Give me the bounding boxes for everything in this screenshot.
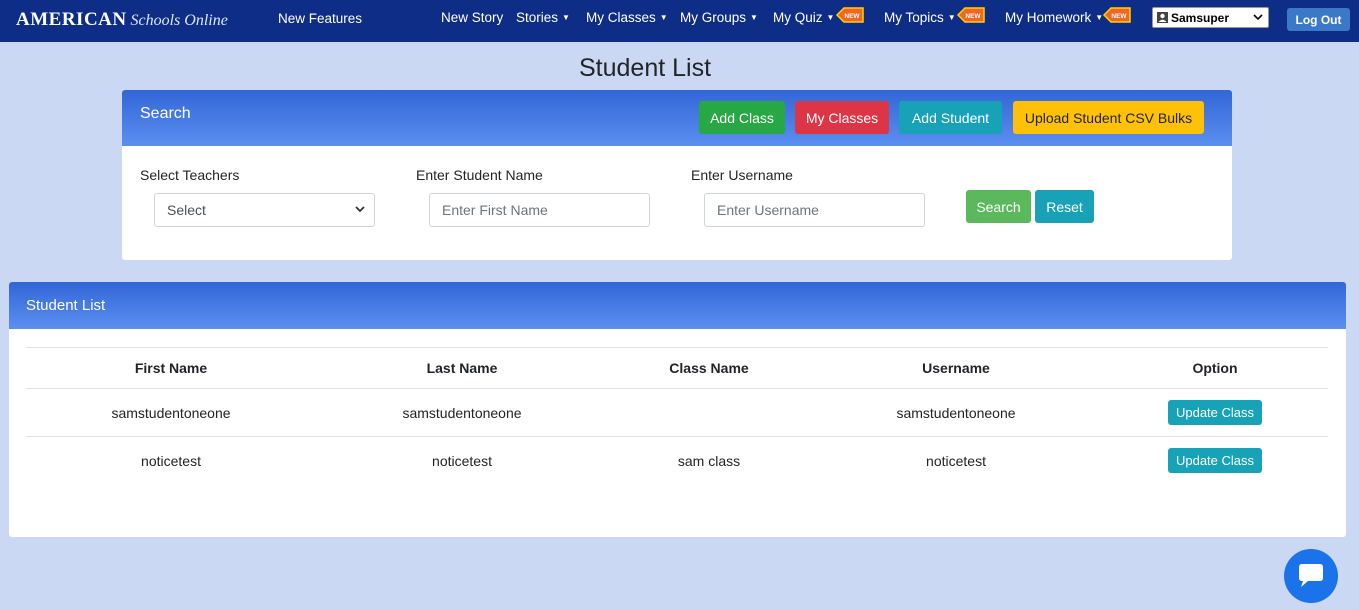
search-panel-title: Search	[140, 105, 191, 122]
logout-button[interactable]: Log Out	[1287, 8, 1350, 31]
nav-my-quiz-label: My Quiz	[773, 10, 823, 25]
new-badge-icon: NEW	[835, 7, 864, 23]
user-icon	[1157, 12, 1168, 23]
cell-class-name	[608, 388, 810, 437]
teachers-label: Select Teachers	[140, 167, 240, 183]
cell-last-name: samstudentoneone	[316, 388, 608, 437]
cell-username: samstudentoneone	[810, 388, 1102, 437]
caret-down-icon: ▼	[562, 13, 570, 22]
col-option: Option	[1102, 347, 1328, 389]
student-list-panel: Student List First Name Last Name Class …	[9, 282, 1346, 537]
cell-last-name: noticetest	[432, 452, 492, 469]
brand-name: AMERICAN	[16, 9, 127, 30]
nav-my-topics-label: My Topics	[884, 10, 944, 25]
cell-option: Update Class	[1102, 437, 1328, 485]
col-class-name: Class Name	[608, 347, 810, 389]
chat-button[interactable]	[1284, 549, 1338, 603]
student-name-placeholder: Enter First Name	[442, 202, 548, 218]
user-name: Samsuper	[1171, 10, 1230, 25]
teachers-select-value: Select	[167, 202, 206, 218]
user-account-select[interactable]: Samsuper	[1152, 7, 1269, 28]
cell-username: noticetest	[926, 452, 986, 469]
nav-my-groups[interactable]: My Groups ▼	[680, 10, 758, 25]
nav-stories-label: Stories	[516, 10, 559, 25]
nav-my-classes-label: My Classes	[586, 10, 656, 25]
student-name-input[interactable]: Enter First Name	[429, 193, 650, 227]
student-name-label: Enter Student Name	[416, 167, 543, 183]
add-student-button[interactable]: Add Student	[899, 101, 1002, 134]
nav-new-story[interactable]: New Story	[441, 10, 503, 25]
reset-button[interactable]: Reset	[1035, 190, 1094, 223]
new-badge-text: NEW	[844, 13, 860, 20]
col-username: Username	[810, 347, 1102, 389]
top-navbar: AMERICAN Schools Online New Features New…	[0, 0, 1359, 42]
cell-first-name: samstudentoneone	[26, 388, 316, 437]
nav-new-story-label: New Story	[441, 10, 504, 25]
my-classes-button[interactable]: My Classes	[795, 101, 889, 134]
new-badge-text: NEW	[1111, 13, 1127, 20]
col-first-name: First Name	[26, 347, 316, 389]
username-input[interactable]: Enter Username	[704, 193, 925, 227]
nav-my-topics[interactable]: My Topics ▼	[884, 10, 956, 25]
table-row: noticetest noticetest sam class noticete…	[26, 437, 1328, 485]
page-title: Student List	[578, 54, 712, 82]
col-last-name: Last Name	[316, 347, 608, 389]
student-list-title: Student List	[26, 297, 106, 314]
nav-my-groups-label: My Groups	[680, 10, 747, 25]
search-panel: Search Add Class My Classes Add Student …	[122, 90, 1232, 260]
chevron-down-icon	[355, 206, 365, 213]
search-button[interactable]: Search	[966, 190, 1031, 223]
nav-my-quiz[interactable]: My Quiz ▼	[773, 10, 834, 25]
cell-class-name: sam class	[677, 452, 741, 469]
cell-option: Update Class	[1102, 388, 1328, 437]
student-table: First Name Last Name Class Name Username…	[26, 347, 1328, 485]
update-class-button[interactable]: Update Class	[1167, 400, 1263, 425]
new-badge-text: NEW	[965, 13, 981, 20]
cell-first-name: noticetest	[141, 452, 201, 469]
brand-tagline: Schools Online	[130, 12, 228, 29]
search-panel-header: Search Add Class My Classes Add Student …	[122, 90, 1232, 146]
username-placeholder: Enter Username	[717, 202, 819, 218]
nav-my-classes[interactable]: My Classes ▼	[586, 10, 668, 25]
teachers-select[interactable]: Select	[154, 193, 375, 227]
chat-bubble-icon	[1299, 564, 1323, 587]
new-badge-icon: NEW	[1102, 7, 1131, 23]
table-row: samstudentoneone samstudentoneone samstu…	[26, 388, 1328, 437]
update-class-button[interactable]: Update Class	[1167, 448, 1263, 474]
upload-csv-button[interactable]: Upload Student CSV Bulks	[1013, 101, 1204, 134]
nav-new-features[interactable]: New Features	[278, 11, 362, 26]
add-class-button[interactable]: Add Class	[699, 101, 785, 134]
caret-down-icon: ▼	[750, 13, 758, 22]
student-list-header: Student List	[9, 282, 1346, 329]
nav-my-homework-label: My Homework	[1005, 10, 1092, 25]
nav-stories[interactable]: Stories ▼	[516, 10, 570, 25]
new-badge-icon: NEW	[956, 7, 985, 23]
table-header-row: First Name Last Name Class Name Username…	[26, 347, 1328, 389]
caret-down-icon: ▼	[659, 13, 668, 22]
brand-logo[interactable]: AMERICAN Schools Online	[16, 9, 228, 31]
username-label: Enter Username	[691, 167, 793, 183]
chevron-down-icon	[1253, 14, 1263, 21]
nav-my-homework[interactable]: My Homework ▼	[1005, 10, 1103, 25]
